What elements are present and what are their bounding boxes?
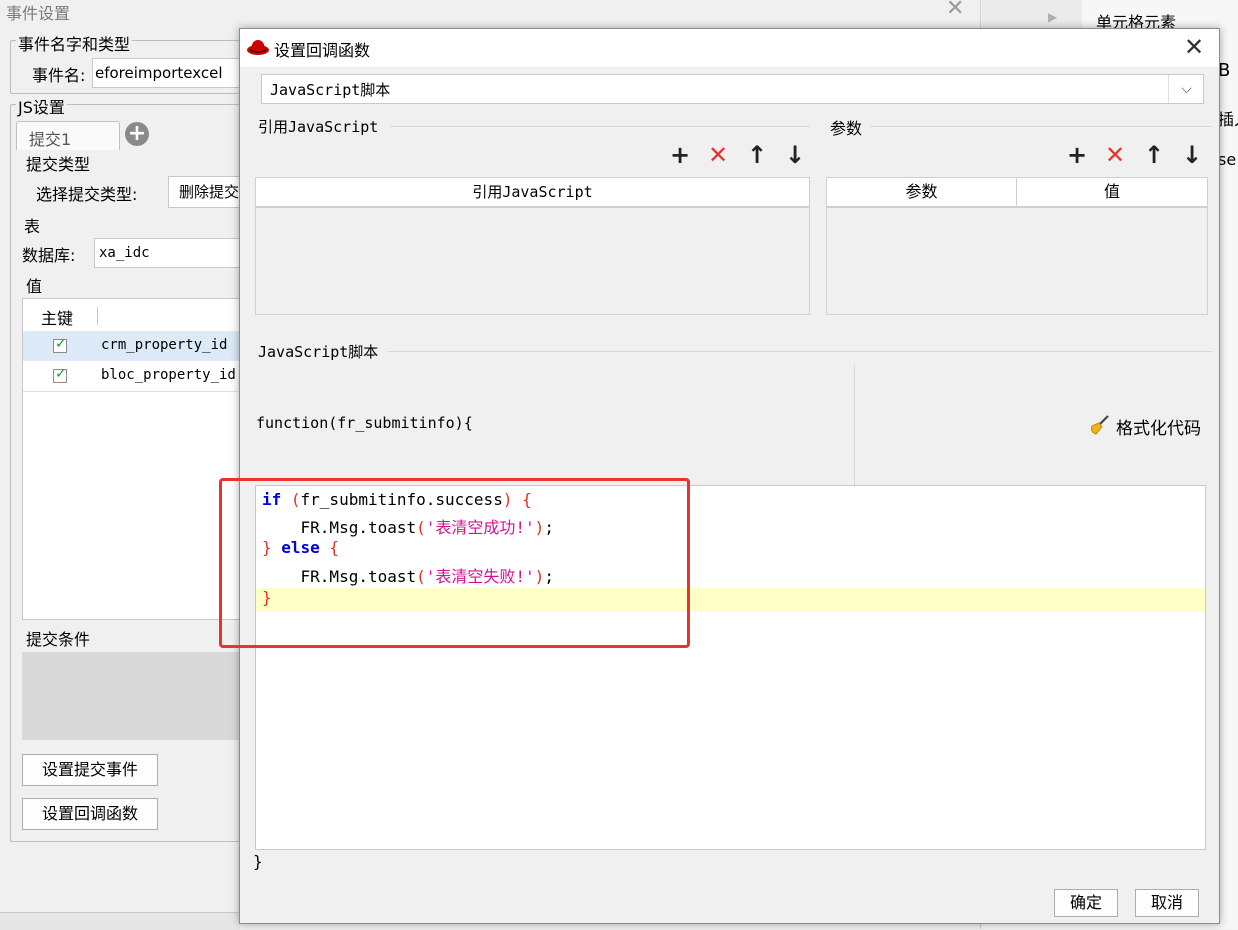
dialog-titlebar: 设置回调函数 ✕ [240, 29, 1219, 67]
table-row[interactable]: ✓ crm_property_id [23, 331, 243, 361]
cancel-button[interactable]: 取消 [1135, 889, 1199, 917]
value-header: 值 [26, 277, 43, 296]
move-up-param-icon[interactable]: ↑ [1144, 143, 1164, 167]
ref-js-group-label: 引用JavaScript [258, 118, 379, 136]
col-primary-key: 主键 [41, 309, 74, 328]
delete-param-icon[interactable]: ✕ [1105, 143, 1125, 167]
ok-button[interactable]: 确定 [1054, 889, 1118, 917]
script-group-label: JavaScript脚本 [258, 343, 379, 361]
row-name: bloc_property_id [101, 367, 236, 383]
format-code-button[interactable]: 格式化代码 [1086, 412, 1214, 440]
database-label: 数据库: [22, 246, 76, 265]
script-type-select[interactable]: JavaScript脚本 ⌵ [261, 74, 1204, 104]
add-tab-icon[interactable]: + [125, 122, 149, 146]
status-strip [0, 912, 240, 930]
partial-text-2: 插入 [1218, 110, 1238, 129]
move-down-ref-icon[interactable]: ↓ [785, 143, 805, 167]
params-group-label: 参数 [830, 119, 863, 138]
value-table: 主键 ✓ crm_property_id ✓ bloc_property_id [22, 298, 244, 620]
ref-js-table: 引用JavaScript [255, 177, 810, 315]
highlight-annotation-box [219, 478, 690, 648]
tab-submit-1[interactable]: 提交1 [16, 121, 120, 150]
delete-ref-icon[interactable]: ✕ [708, 143, 728, 167]
event-name-field[interactable]: eforeimportexcel [92, 58, 242, 88]
set-submit-event-button[interactable]: 设置提交事件 [22, 754, 158, 786]
row-checkbox[interactable]: ✓ [53, 336, 67, 353]
submit-type-header: 提交类型 [26, 155, 91, 174]
set-callback-button[interactable]: 设置回调函数 [22, 798, 158, 830]
format-code-label: 格式化代码 [1116, 419, 1201, 439]
database-field[interactable]: xa_idc [94, 238, 244, 268]
dialog-close-icon[interactable]: ✕ [1184, 33, 1204, 61]
move-down-param-icon[interactable]: ↓ [1182, 143, 1202, 167]
dialog-title: 设置回调函数 [274, 41, 371, 60]
param-col-header[interactable]: 参数 [827, 178, 1017, 208]
expand-arrow-icon[interactable]: ▶ [1048, 10, 1057, 24]
value-col-header[interactable]: 值 [1017, 178, 1207, 208]
move-up-ref-icon[interactable]: ↑ [747, 143, 767, 167]
event-name-label: 事件名: [32, 66, 86, 85]
event-settings-close-icon[interactable]: ✕ [946, 0, 964, 21]
table-row[interactable]: ✓ bloc_property_id [23, 361, 243, 392]
submit-condition-header: 提交条件 [26, 630, 91, 649]
row-name: crm_property_id [101, 337, 228, 353]
ref-js-col-header[interactable]: 引用JavaScript [256, 178, 809, 208]
tab-submit-1-label: 提交1 [29, 130, 72, 149]
closing-brace: } [253, 852, 263, 871]
broom-icon [1091, 415, 1109, 435]
add-ref-icon[interactable]: + [670, 143, 690, 167]
value-table-header: 主键 [23, 299, 243, 332]
table-header: 表 [24, 217, 41, 236]
set-callback-dialog: 设置回调函数 ✕ JavaScript脚本 ⌵ 引用JavaScript 参数 … [239, 28, 1220, 924]
event-name-group-legend: 事件名字和类型 [16, 31, 133, 55]
row-checkbox[interactable]: ✓ [53, 366, 67, 383]
script-type-value: JavaScript脚本 [270, 81, 391, 99]
js-settings-legend: JS设置 [16, 94, 67, 118]
chevron-down-icon[interactable]: ⌵ [1168, 75, 1204, 103]
function-header: function(fr_submitinfo){ [256, 414, 473, 432]
redhat-logo-icon [247, 40, 269, 55]
partial-text-3: se [1218, 150, 1237, 169]
submit-condition-area[interactable] [22, 652, 244, 740]
event-settings-title: 事件设置 [6, 4, 71, 23]
params-table: 参数 值 [826, 177, 1208, 315]
submit-type-select[interactable]: 删除提交 [168, 176, 244, 208]
add-param-icon[interactable]: + [1067, 143, 1087, 167]
submit-type-label: 选择提交类型: [36, 185, 138, 204]
